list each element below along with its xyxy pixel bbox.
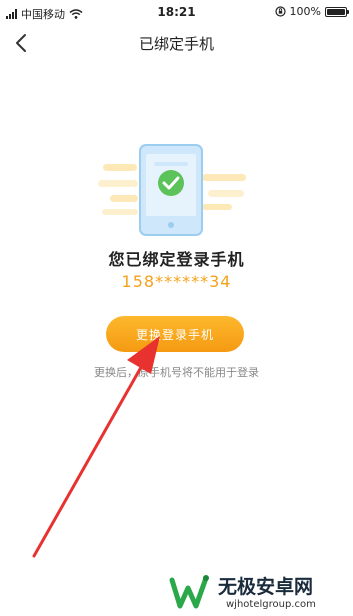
- watermark: 无极安卓网 wjhotelgroup.com: [168, 570, 353, 616]
- battery-icon: [325, 6, 349, 17]
- watermark-name: 无极安卓网: [218, 576, 314, 598]
- status-bar: 中国移动 18:21 100%: [0, 0, 353, 26]
- change-hint: 更换后，原手机号将不能用于登录: [94, 366, 259, 379]
- watermark-url: wjhotelgroup.com: [226, 599, 316, 610]
- rotation-lock-icon: [274, 6, 286, 17]
- watermark-logo-icon: [169, 575, 209, 609]
- status-right: 100%: [274, 5, 349, 18]
- nav-bar: 已绑定手机: [0, 26, 353, 60]
- change-phone-button[interactable]: 更换登录手机: [106, 316, 244, 352]
- phone-check-illustration: [98, 144, 246, 236]
- battery-percent: 100%: [289, 5, 321, 18]
- phone-number: 158******34: [121, 272, 232, 291]
- bound-title: 您已绑定登录手机: [108, 250, 245, 269]
- page-title: 已绑定手机: [138, 35, 214, 53]
- annotation-arrow-icon: [32, 336, 160, 558]
- check-icon: [158, 170, 184, 196]
